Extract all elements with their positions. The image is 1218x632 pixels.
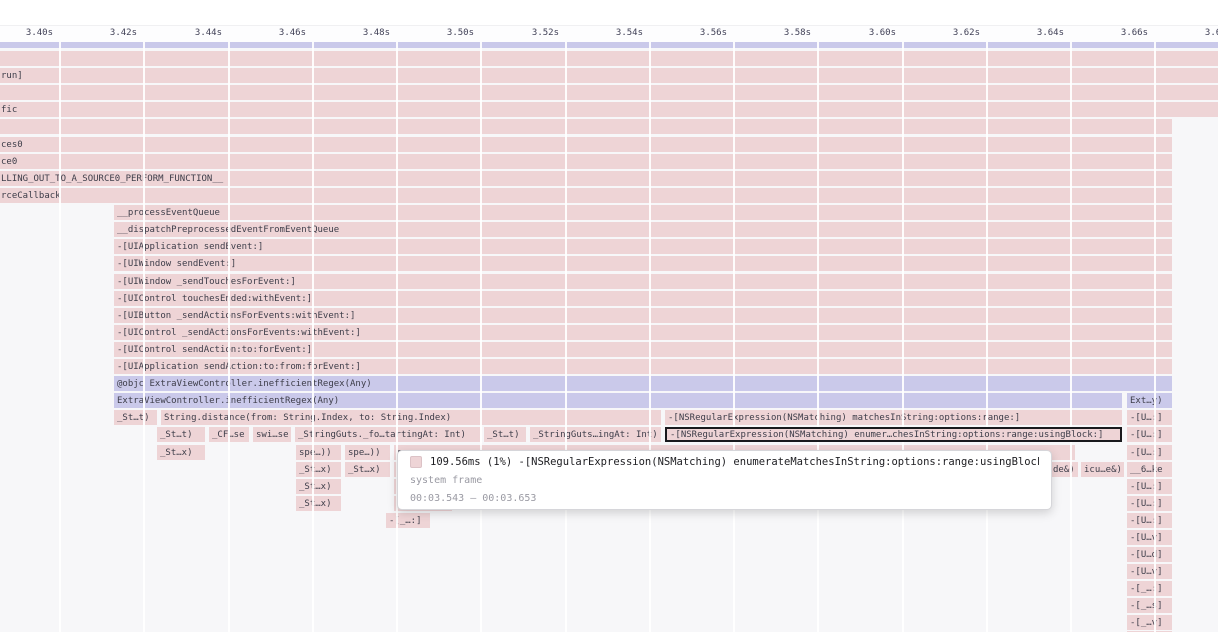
flame-block[interactable]: -[UIApplication sendEvent:] (114, 239, 1172, 254)
ruler-label: 3.44s (164, 28, 222, 38)
ruler-label: 3.60s (838, 28, 896, 38)
tooltip: 109.56ms (1%) -[NSRegularExpression(NSMa… (397, 450, 1052, 510)
ruler-label: 3.40s (0, 28, 53, 38)
flame-block[interactable]: -[U…:] (1127, 513, 1172, 528)
flame-block[interactable]: icu…e&) (1081, 462, 1124, 477)
flame-block[interactable]: __6…ke (1127, 462, 1172, 477)
flame-block[interactable] (0, 51, 1218, 66)
flame-block[interactable] (0, 41, 1218, 48)
flame-block[interactable]: -[UIWindow sendEvent:] (114, 256, 1172, 271)
ruler-label: 3.68s (1174, 28, 1218, 38)
ruler-label: 3.52s (501, 28, 559, 38)
flame-block[interactable]: run] (0, 68, 1218, 83)
flame-block[interactable]: -[UIWindow _sendTouchesForEvent:] (114, 274, 1172, 289)
ruler-label: 3.62s (922, 28, 980, 38)
tooltip-subtitle: system frame (410, 475, 1039, 486)
flame-block[interactable]: -[U…:] (1127, 410, 1172, 425)
flame-block[interactable]: _St…x) (296, 462, 341, 477)
ruler-label: 3.64s (1006, 28, 1064, 38)
top-spacer (0, 0, 1218, 25)
ruler-label: 3.46s (248, 28, 306, 38)
flame-block[interactable]: -[UIButton _sendActionsForEvents:withEve… (114, 308, 1172, 323)
flame-block[interactable]: -[UIControl sendAction:to:forEvent:] (114, 342, 1172, 357)
flame-block[interactable]: -[U…:] (1127, 427, 1172, 442)
tooltip-title: 109.56ms (1%) -[NSRegularExpression(NSMa… (430, 456, 1039, 468)
flame-block[interactable]: -[U…:] (1127, 479, 1172, 494)
flame-block[interactable]: _St…x) (345, 462, 390, 477)
flame-block[interactable]: spe…)) (296, 445, 341, 460)
flame-block[interactable]: -[U…v] (1127, 564, 1172, 579)
ruler-label: 3.42s (79, 28, 137, 38)
instruments-flame-chart: 3.40s 3.42s 3.44s 3.46s 3.48s 3.50s 3.52s 3.54s… (0, 0, 1218, 632)
ruler-label: 3.50s (416, 28, 474, 38)
flame-block[interactable]: ce0 (0, 154, 1172, 169)
ruler-label: 3.66s (1090, 28, 1148, 38)
flame-block[interactable] (0, 85, 1218, 100)
time-ruler[interactable]: 3.40s 3.42s 3.44s 3.46s 3.48s 3.50s 3.52s 3.54s… (0, 25, 1218, 42)
flame-block[interactable]: @objc ExtraViewController.inefficientReg… (114, 376, 1172, 391)
flame-block[interactable]: fic (0, 102, 1218, 117)
flame-block[interactable]: Ext…y) (1127, 393, 1172, 408)
flame-block[interactable]: -[U…v] (1127, 530, 1172, 545)
flame-block[interactable]: _CF…se (209, 427, 249, 442)
ruler-label: 3.58s (753, 28, 811, 38)
color-swatch-icon (410, 456, 422, 468)
flame-block[interactable]: _StringGuts…ingAt: Int) (530, 427, 661, 442)
flame-block[interactable]: spe…)) (345, 445, 390, 460)
flame-block[interactable]: swi…se (253, 427, 291, 442)
flame-block[interactable]: _St…t) (157, 427, 205, 442)
flame-block[interactable]: _StringGuts._fo…tartingAt: Int) (295, 427, 480, 442)
flame-block[interactable]: de&) (1050, 462, 1078, 477)
flame-block[interactable]: _St…x) (296, 479, 341, 494)
flame-block[interactable]: -[_…:] (1127, 581, 1172, 596)
flame-block[interactable]: -[U…:] (1127, 496, 1172, 511)
flame-block[interactable]: -[UIControl _sendActionsForEvents:withEv… (114, 325, 1172, 340)
flame-block[interactable]: __processEventQueue (114, 205, 1172, 220)
flame-block[interactable]: _St…x) (157, 445, 205, 460)
flame-block[interactable]: ces0 (0, 137, 1172, 152)
flame-block[interactable]: _St…t) (114, 410, 157, 425)
flame-block[interactable]: ExtraViewController.inefficientRegex(Any… (114, 393, 1122, 408)
flame-block[interactable]: String.distance(from: String.Index, to: … (161, 410, 661, 425)
flame-block[interactable]: -[UIControl touchesEnded:withEvent:] (114, 291, 1172, 306)
flame-block[interactable]: rceCallback (0, 188, 1172, 203)
flame-block[interactable]: -[_…:] (386, 513, 430, 528)
flame-block[interactable]: -[U…:] (1127, 445, 1172, 460)
flame-block[interactable]: -[_…v] (1127, 615, 1172, 630)
flame-block[interactable]: _St…x) (296, 496, 341, 511)
ruler-label: 3.56s (669, 28, 727, 38)
flame-block[interactable]: -[UIApplication sendAction:to:from:forEv… (114, 359, 1172, 374)
flame-block[interactable]: _St…t) (484, 427, 526, 442)
ruler-label: 3.54s (585, 28, 643, 38)
flame-block-selected[interactable]: -[NSRegularExpression(NSMatching) enumer… (665, 427, 1122, 442)
flame-block[interactable]: -[NSRegularExpression(NSMatching) matche… (665, 410, 1122, 425)
flame-block[interactable]: LLING_OUT_TO_A_SOURCE0_PERFORM_FUNCTION_… (0, 171, 1172, 186)
flame-block[interactable]: -[_…s] (1127, 598, 1172, 613)
tooltip-time-range: 00:03.543 — 00:03.653 (410, 493, 1039, 504)
flame-block[interactable]: -[U…d] (1127, 547, 1172, 562)
flame-block[interactable] (0, 119, 1172, 134)
ruler-label: 3.48s (332, 28, 390, 38)
flame-block[interactable]: __dispatchPreprocessedEventFromEventQueu… (114, 222, 1172, 237)
tooltip-title-row: 109.56ms (1%) -[NSRegularExpression(NSMa… (410, 456, 1039, 468)
